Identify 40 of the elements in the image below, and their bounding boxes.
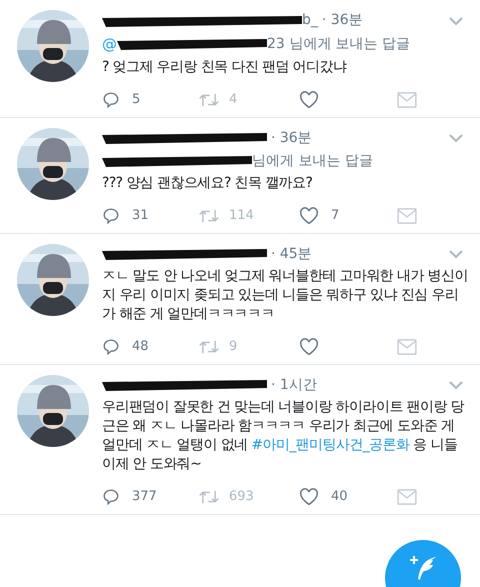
tweet-time: · 1시간	[271, 376, 317, 394]
heart-icon[interactable]	[299, 488, 319, 506]
chevron-down-icon[interactable]	[448, 16, 464, 26]
reply-icon[interactable]	[102, 206, 120, 224]
heart-icon[interactable]	[299, 90, 319, 108]
reply-icon[interactable]	[102, 90, 120, 108]
heart-icon[interactable]	[299, 206, 319, 224]
message-icon[interactable]	[397, 488, 417, 504]
retweet-count: 693	[229, 488, 254, 506]
message-icon[interactable]	[397, 338, 417, 354]
tweet-time: · 36분	[322, 11, 363, 30]
hashtag-link[interactable]: #아미_팬미팅사건_공론화	[251, 436, 410, 452]
tweet-time: · 36분	[271, 128, 312, 148]
tweet-time: · 45분	[271, 244, 312, 264]
heart-icon[interactable]	[299, 338, 319, 356]
reply-to-label: 님에게 보내는 답글	[252, 152, 373, 170]
message-icon[interactable]	[397, 208, 417, 224]
chevron-down-icon[interactable]	[448, 380, 464, 390]
user-handle: b_	[302, 11, 318, 30]
like-count: 7	[331, 206, 340, 225]
retweet-count: 4	[229, 90, 238, 109]
retweet-count: 114	[229, 206, 254, 225]
tweet-text: ㅈㄴ 말도 안 나오네 엊그제 워너블한테 고마워한 내가 병신이지 우리 이미지 좆되고 있는데 니들은 뭐하구 있냐 진심 우리가 해준 게 얼만데ㅋㅋㅋㅋㅋ	[102, 266, 468, 324]
compose-feather-icon	[408, 553, 438, 583]
tweet-text: ??? 양심 괜찮으세요? 친목 깰까요?	[102, 174, 314, 192]
reply-to-label: 23 님에게 보내는 답글	[267, 34, 410, 54]
like-count: 40	[331, 488, 348, 506]
reply-icon[interactable]	[102, 488, 120, 506]
tweet-text: 우리팬덤이 잘못한 건 맞는데 너블이랑 하이라이트 팬이랑 당근은 왜 ㅈㄴ 나몰라라 함ㅋㅋㅋㅋ 우리가 최근에 도와준 게 얼만데 ㅈㄴ 얼탱이 없네 #아미_팬미팅사건_공론화 응 니들 이제 안 도와줘~	[102, 398, 466, 474]
reply-count: 31	[132, 206, 149, 225]
tweet-text: ? 엊그제 우리랑 친목 다진 팬덤 어디갔냐	[102, 58, 348, 76]
reply-mention[interactable]: @	[102, 33, 117, 56]
chevron-down-icon[interactable]	[448, 249, 464, 259]
retweet-count: 9	[229, 338, 238, 356]
reply-icon[interactable]	[102, 338, 120, 356]
reply-count: 48	[132, 338, 149, 356]
message-icon[interactable]	[397, 92, 417, 108]
reply-count: 5	[132, 90, 140, 109]
chevron-down-icon[interactable]	[448, 133, 464, 143]
reply-count: 377	[132, 488, 157, 506]
